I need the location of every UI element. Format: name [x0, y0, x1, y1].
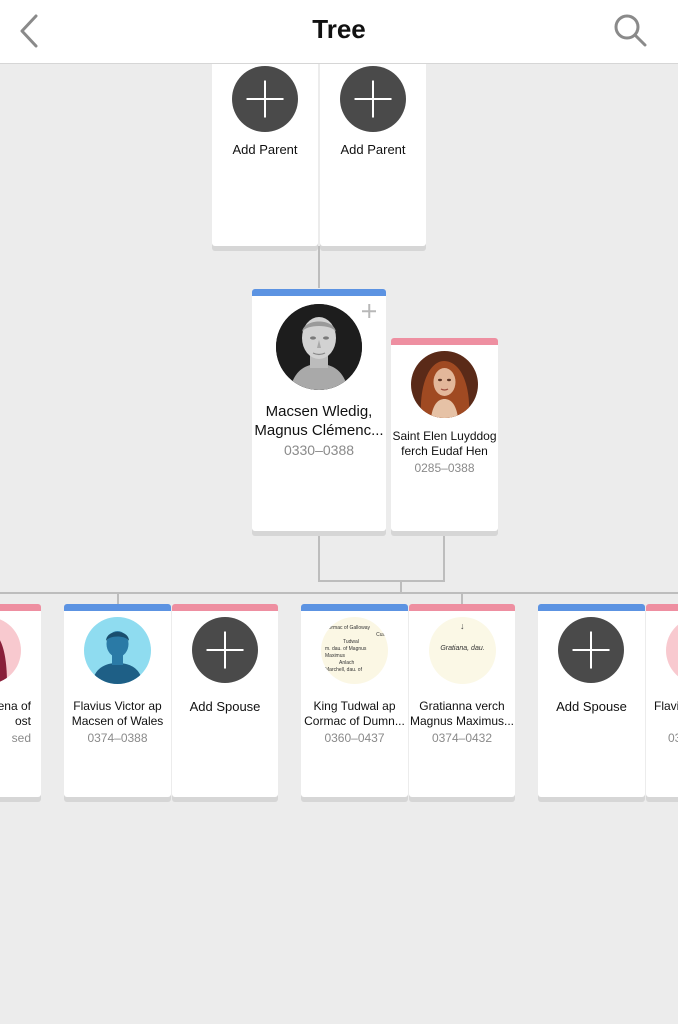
- connector-spouse-down: [443, 536, 445, 582]
- add-relative-plus-icon[interactable]: [362, 304, 376, 318]
- parent-card-2[interactable]: Add Parent: [320, 64, 426, 246]
- person-dates: 0374–0432: [431, 731, 493, 745]
- person-dates: 0330–0388: [283, 442, 355, 458]
- person-avatar: [0, 617, 21, 684]
- add-spouse-icon[interactable]: [558, 617, 624, 683]
- search-icon: [614, 14, 647, 47]
- child-card-partial-right[interactable]: Flavi 03: [646, 604, 678, 797]
- connector-child-1: [117, 592, 119, 604]
- child-card-partial-left[interactable]: ena of ost sed: [0, 604, 41, 797]
- person-dates: 0360–0437: [324, 731, 385, 745]
- add-parent-label: Add Parent: [340, 142, 406, 157]
- parent-card-1[interactable]: Add Parent: [212, 64, 318, 246]
- person-name: Flavi: [654, 699, 678, 713]
- person-avatar: [666, 617, 678, 684]
- person-name: Macsen Wledig, Magnus Clémenc...: [254, 403, 384, 439]
- bust-portrait-avatar: [276, 304, 362, 390]
- search-button[interactable]: [612, 12, 650, 50]
- focus-person-card[interactable]: Macsen Wledig, Magnus Clémenc... 0330–03…: [252, 289, 386, 531]
- person-dates: sed: [11, 731, 31, 745]
- tree-canvas[interactable]: Add Parent Add Parent Macsen Wledig, Mag…: [0, 64, 678, 1024]
- add-spouse-label: Add Spouse: [189, 699, 261, 714]
- connector-couple-bar: [318, 580, 445, 582]
- person-dates: 0374–0388: [87, 731, 148, 745]
- page-title: Tree: [312, 14, 366, 44]
- document-snippet-avatar: Cormac of Galloway Cus Tudwal m. dau. of…: [321, 617, 388, 684]
- add-spouse-card[interactable]: Add Spouse: [172, 604, 278, 797]
- child-card-tudwal[interactable]: Cormac of Galloway Cus Tudwal m. dau. of…: [301, 604, 408, 797]
- add-parent-label: Add Parent: [232, 142, 298, 157]
- person-name: King Tudwal ap Cormac of Dumn...: [304, 699, 405, 728]
- child-card-gratianna[interactable]: ↓ Gratiana, dau. Gratianna verch Magnus …: [409, 604, 515, 797]
- person-name: ena of ost: [0, 699, 31, 728]
- connector-focus-down: [318, 536, 320, 582]
- connector-parent-focus: [318, 246, 320, 288]
- person-dates: 03: [668, 731, 678, 745]
- person-dates: 0285–0388: [414, 461, 475, 475]
- add-spouse-label: Add Spouse: [556, 699, 627, 714]
- person-name: Gratianna verch Magnus Maximus...: [409, 699, 515, 728]
- add-parent-icon[interactable]: [340, 66, 406, 132]
- connector-child-2: [461, 592, 463, 604]
- document-snippet-avatar: ↓ Gratiana, dau.: [429, 617, 496, 684]
- person-name: Saint Elen Luyddog ferch Eudaf Hen: [392, 429, 497, 458]
- male-silhouette-avatar: [84, 617, 151, 684]
- person-name: Flavius Victor ap Macsen of Wales: [71, 699, 164, 728]
- doc-text: Cormac of Galloway Cus Tudwal m. dau. of…: [325, 625, 385, 673]
- add-spouse-card[interactable]: Add Spouse: [538, 604, 645, 797]
- app-header: Tree: [0, 0, 678, 64]
- add-spouse-icon[interactable]: [192, 617, 258, 683]
- arrow-down-icon: ↓: [460, 621, 465, 631]
- add-parent-icon[interactable]: [232, 66, 298, 132]
- spouse-card[interactable]: Saint Elen Luyddog ferch Eudaf Hen 0285–…: [391, 338, 498, 531]
- portrait-painting-avatar: [411, 351, 478, 418]
- child-card-flavius[interactable]: Flavius Victor ap Macsen of Wales 0374–0…: [64, 604, 171, 797]
- connector-children-bar: [0, 592, 678, 594]
